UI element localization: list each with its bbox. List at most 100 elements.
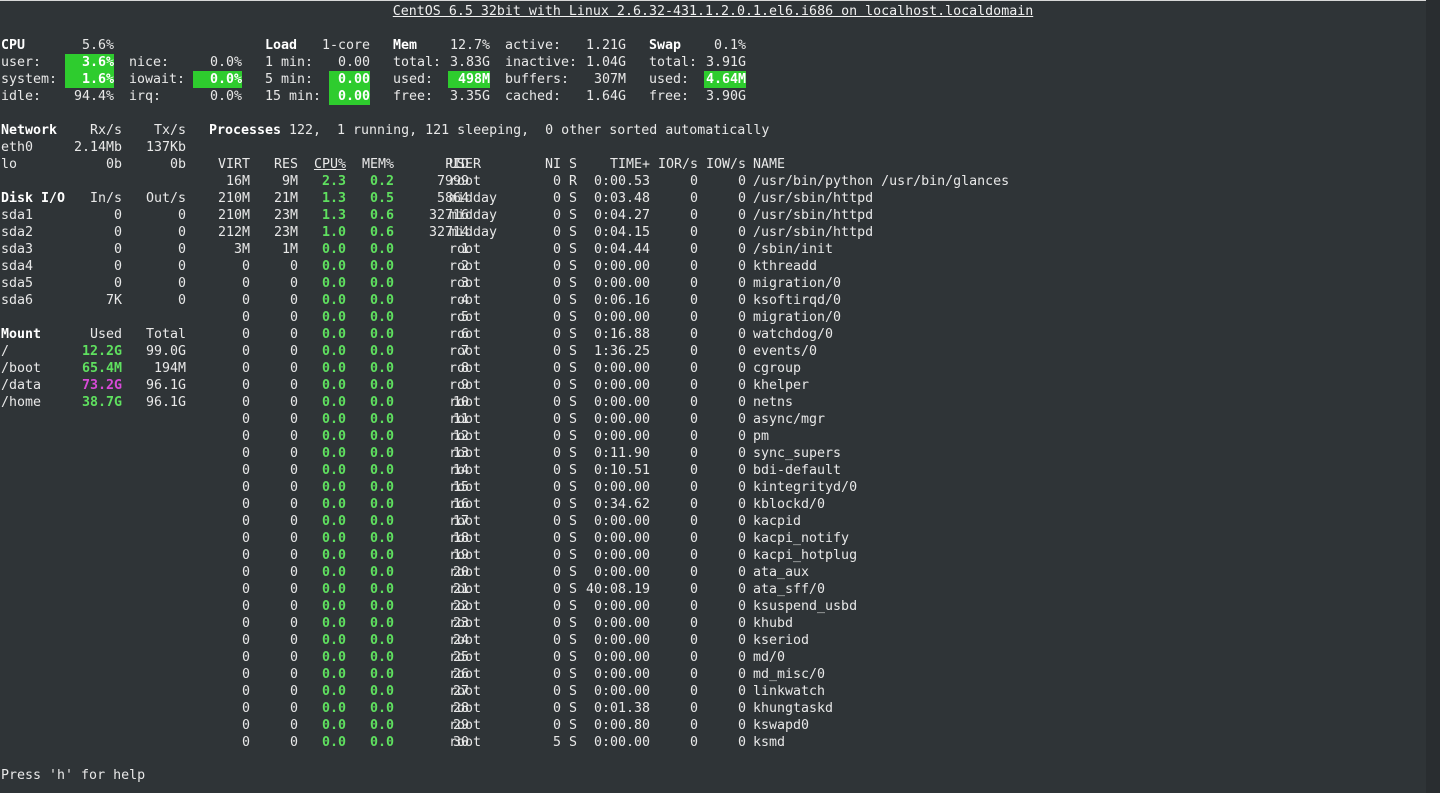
process-cpu: 0.0 [321,310,346,325]
process-name: /usr/sbin/httpd [753,191,874,206]
process-ior: 0 [689,565,698,580]
process-ni: 0 [552,412,561,427]
process-name: /sbin/init [753,242,834,257]
disk-io-row-col2: 0 [177,276,186,291]
process-name: cgroup [753,361,802,376]
swap-used-value: 4.64M [704,71,746,88]
process-virt: 0 [241,412,250,427]
process-iow: 0 [737,633,746,648]
swap-percent: 0.1% [713,38,746,53]
process-mem: 0.6 [369,225,394,240]
process-mem: 0.0 [369,327,394,342]
system-title: CentOS 6.5 32bit with Linux 2.6.32-431.1… [392,4,1034,19]
process-mem: 0.0 [369,582,394,597]
process-virt: 0 [241,395,250,410]
load-15min-label: 15 min: [265,89,322,104]
swap-free-label: free: [649,89,690,104]
process-cpu: 0.0 [321,446,346,461]
cpu-irq-label: irq: [129,89,162,104]
process-time: 0:04.15 [593,225,650,240]
col-header-user: USER [449,157,482,172]
process-ni: 0 [552,633,561,648]
process-ni: 0 [552,344,561,359]
process-time: 0:00.00 [593,735,650,750]
process-name: bdi-default [753,463,842,478]
process-cpu: 0.0 [321,650,346,665]
process-mem: 0.0 [369,599,394,614]
process-user: root [449,344,482,359]
process-ni: 0 [552,361,561,376]
cpu-total: 5.6% [81,38,114,53]
process-iow: 0 [737,718,746,733]
process-res: 0 [289,531,298,546]
process-ior: 0 [689,429,698,444]
process-cpu: 0.0 [321,582,346,597]
process-time: 0:00.00 [593,548,650,563]
process-time: 0:00.00 [593,276,650,291]
process-name: ata_sff/0 [753,582,826,597]
process-mem: 0.0 [369,633,394,648]
col-header-mem: MEM% [361,157,394,172]
process-user: root [449,616,482,631]
process-time: 0:00.00 [593,310,650,325]
process-name: ata_aux [753,565,810,580]
process-name: /usr/sbin/httpd [753,208,874,223]
process-mem: 0.0 [369,463,394,478]
mount-row-col2: 96.1G [145,378,186,393]
process-user: root [449,327,482,342]
process-user: root [449,259,482,274]
process-iow: 0 [737,378,746,393]
scrollbar[interactable] [1426,0,1440,793]
process-ni: 0 [552,310,561,325]
process-iow: 0 [737,310,746,325]
process-virt: 0 [241,327,250,342]
process-iow: 0 [737,395,746,410]
process-time: 0:00.00 [593,412,650,427]
process-res: 0 [289,497,298,512]
process-ni: 0 [552,191,561,206]
process-iow: 0 [737,650,746,665]
process-virt: 212M [217,225,250,240]
process-virt: 0 [241,344,250,359]
process-time: 0:00.00 [593,650,650,665]
process-time: 0:34.62 [593,497,650,512]
process-name: kseriod [753,633,810,648]
disk-io-row-col2: 0 [177,293,186,308]
swap-free-value: 3.90G [705,89,746,104]
process-ni: 0 [552,565,561,580]
process-virt: 0 [241,446,250,461]
network-col1-header: Rx/s [89,123,122,138]
process-user: root [449,395,482,410]
process-virt: 0 [241,650,250,665]
process-ior: 0 [689,344,698,359]
process-virt: 0 [241,514,250,529]
process-name: kblockd/0 [753,497,826,512]
process-virt: 0 [241,582,250,597]
process-name: kintegrityd/0 [753,480,858,495]
process-ni: 0 [552,293,561,308]
process-name: ksmd [753,735,786,750]
process-iow: 0 [737,361,746,376]
process-iow: 0 [737,225,746,240]
process-ni: 0 [552,463,561,478]
process-cpu: 0.0 [321,412,346,427]
process-mem: 0.0 [369,395,394,410]
disk-io-row-name: sda3 [1,242,34,257]
process-ni: 0 [552,497,561,512]
process-mem: 0.0 [369,242,394,257]
process-iow: 0 [737,191,746,206]
process-virt: 0 [241,276,250,291]
process-name: sync_supers [753,446,842,461]
mem-active-value: 1.21G [585,38,626,53]
process-time: 0:00.00 [593,361,650,376]
process-time: 0:00.00 [593,378,650,393]
process-iow: 0 [737,276,746,291]
process-time: 40:08.19 [585,582,650,597]
process-time: 0:00.00 [593,616,650,631]
mount-row-name: /home [1,395,42,410]
cpu-irq-value: 0.0% [209,89,242,104]
cpu-label: CPU [1,38,26,53]
process-res: 0 [289,735,298,750]
mem-used-value: 498M [448,71,490,88]
process-ni: 0 [552,599,561,614]
